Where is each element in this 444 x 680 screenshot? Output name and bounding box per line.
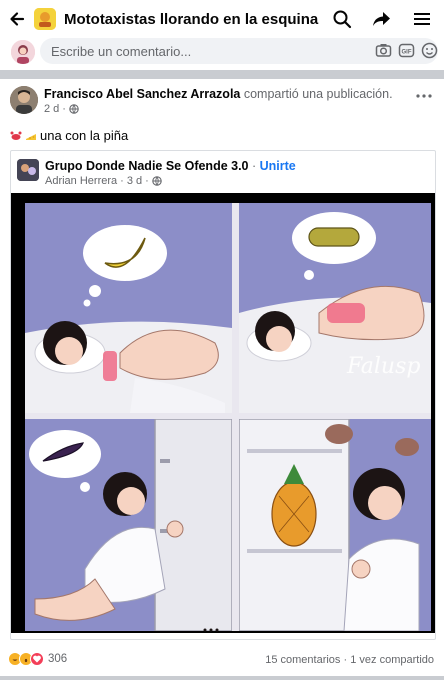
group-photo	[17, 159, 39, 181]
engagement-stats: 15 comentarios · 1 vez compartido	[265, 654, 434, 666]
group-dot: ·	[252, 159, 260, 173]
camera-icon[interactable]	[375, 42, 392, 59]
shared-group-avatar[interactable]	[17, 159, 39, 181]
hamburger-menu-icon	[414, 13, 430, 25]
globe-icon	[69, 104, 79, 114]
emoji-icon[interactable]	[421, 42, 438, 59]
dots-icon	[203, 628, 219, 632]
share-button[interactable]	[362, 0, 402, 38]
image-more-indicator	[203, 621, 219, 635]
more-options-button[interactable]	[416, 86, 432, 104]
cheese-emoji-icon	[26, 133, 36, 140]
comic-panel-3	[25, 419, 232, 631]
author-line: Francisco Abel Sanchez Arrazola comparti…	[44, 87, 393, 101]
user-avatar[interactable]	[11, 40, 35, 64]
post-caption: una con la piña	[10, 128, 128, 143]
join-group-link[interactable]: Unirte	[260, 159, 296, 173]
back-arrow-icon	[10, 12, 25, 26]
watermark-text: Falusp	[346, 354, 420, 379]
comments-count[interactable]: 15 comentarios	[265, 654, 340, 666]
more-dots-icon	[416, 94, 432, 98]
section-divider	[0, 70, 444, 79]
gif-icon[interactable]: GIF	[398, 42, 415, 59]
shared-group-title: Grupo Donde Nadie Se Ofende 3.0 · Unirte	[45, 159, 296, 173]
meta-dot: ·	[120, 175, 124, 187]
svg-text:GIF: GIF	[402, 50, 412, 56]
globe-icon	[152, 176, 162, 186]
caption-text: una con la piña	[40, 128, 129, 143]
comment-placeholder: Escribe un comentario...	[51, 43, 192, 59]
shared-author[interactable]: Adrian Herrera	[45, 175, 117, 187]
search-icon	[333, 10, 352, 29]
section-divider	[0, 676, 444, 680]
stats-separator: ·	[343, 654, 348, 666]
reaction-count: 306	[48, 653, 68, 665]
panel-illustration	[25, 203, 232, 413]
group-emoji-icon	[34, 8, 56, 30]
love-reaction-icon	[30, 652, 44, 666]
panel-illustration	[25, 419, 232, 631]
comic-panel-2: Falusp	[239, 203, 431, 413]
top-bar: Mototaxistas llorando en la esquina 🦀🧀 (…	[0, 0, 444, 38]
shared-action: compartió una publicación.	[243, 87, 393, 101]
comment-composer: Escribe un comentario... GIF	[0, 38, 444, 66]
back-button[interactable]	[0, 0, 34, 38]
shared-meta: Adrian Herrera · 3 d ·	[45, 175, 162, 187]
shared-post-card[interactable]: Grupo Donde Nadie Se Ofende 3.0 · Unirte…	[10, 150, 436, 640]
share-arrow-icon	[373, 12, 390, 26]
post-image[interactable]: Falusp	[11, 193, 435, 633]
author-avatar[interactable]	[10, 86, 38, 114]
search-button[interactable]	[322, 0, 362, 38]
shared-time[interactable]: 3 d	[127, 175, 142, 187]
shared-group-name[interactable]: Grupo Donde Nadie Se Ofende 3.0	[45, 159, 249, 173]
page-title[interactable]: Mototaxistas llorando en la esquina 🦀🧀 (…	[64, 10, 322, 28]
composer-icons: GIF	[375, 42, 438, 59]
avatar-image	[11, 40, 35, 64]
post-header: Francisco Abel Sanchez Arrazola comparti…	[0, 82, 444, 122]
post-footer: 306 15 comentarios · 1 vez compartido	[0, 648, 444, 672]
comic-panel-1	[25, 203, 232, 413]
author-photo	[10, 86, 38, 114]
post-time[interactable]: 2 d	[44, 103, 59, 115]
crab-emoji-icon	[10, 131, 22, 140]
group-avatar[interactable]	[34, 8, 56, 30]
meta-dot: ·	[62, 103, 66, 115]
meta-dot: ·	[145, 175, 149, 187]
shared-group-header: Grupo Donde Nadie Se Ofende 3.0 · Unirte…	[17, 159, 427, 189]
panel-illustration	[239, 419, 431, 631]
shares-count[interactable]: 1 vez compartido	[350, 654, 434, 666]
panel-illustration: Falusp	[239, 203, 431, 413]
post-meta: 2 d ·	[44, 103, 79, 115]
menu-button[interactable]	[402, 0, 442, 38]
reactions-summary[interactable]: 306	[8, 652, 67, 666]
author-name[interactable]: Francisco Abel Sanchez Arrazola	[44, 87, 240, 101]
comic-panel-4	[239, 419, 431, 631]
comic-strip: Falusp	[25, 203, 431, 631]
